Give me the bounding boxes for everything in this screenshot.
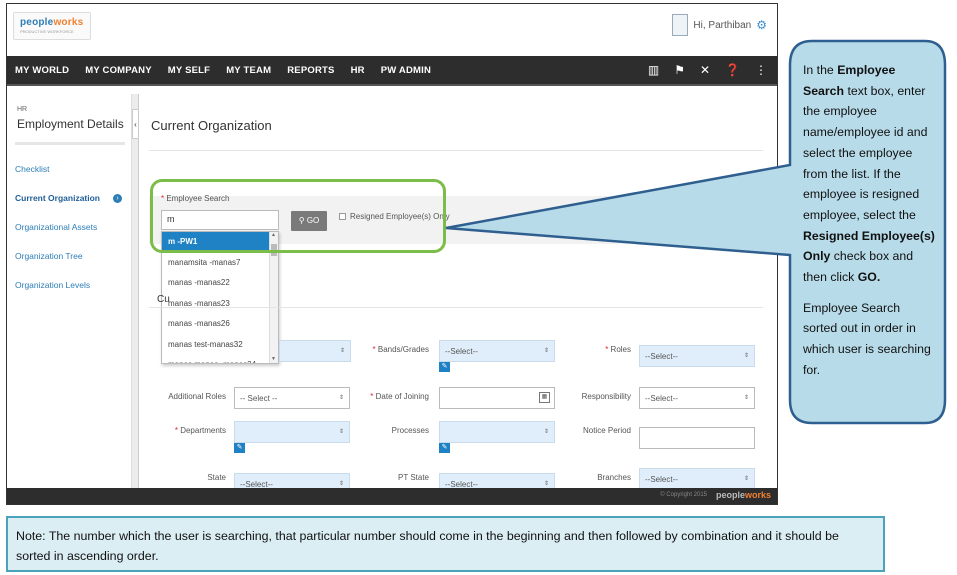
callout-paragraph: In the Employee Search text box, enter t… <box>803 63 935 285</box>
callout-text: In the Employee Search text box, enter t… <box>803 60 935 391</box>
callout-paragraph: Employee Search sorted out in order in w… <box>803 300 931 377</box>
note-box: Note: The number which the user is searc… <box>6 516 885 572</box>
